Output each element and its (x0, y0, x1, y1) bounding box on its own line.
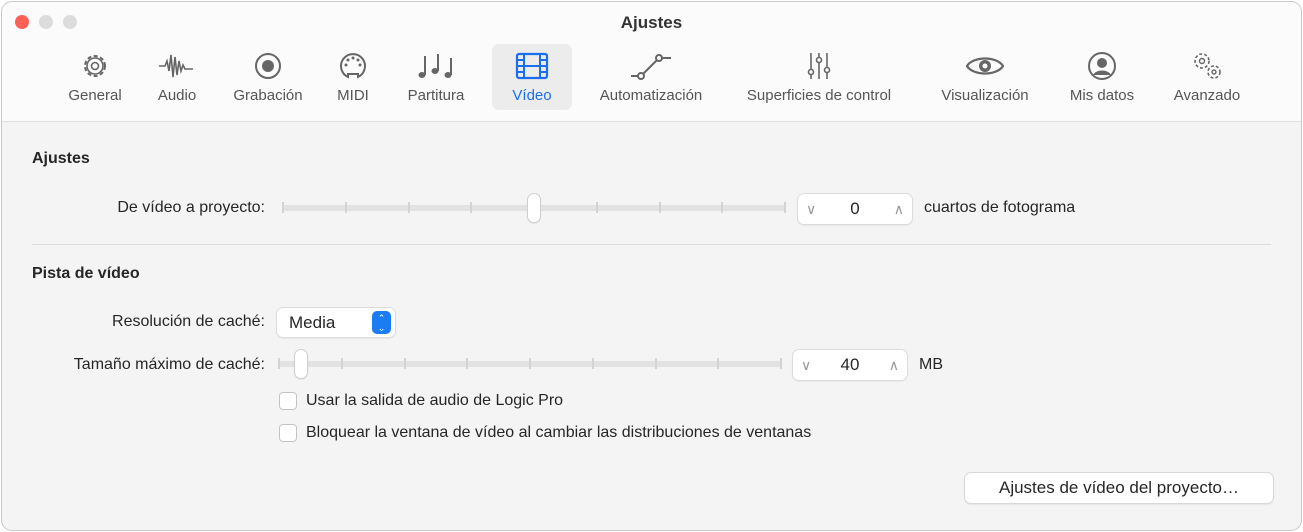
tab-midi[interactable]: MIDI (329, 44, 377, 110)
chevron-updown-icon: ⌃ ⌄ (372, 311, 391, 334)
section-heading-ajustes: Ajustes (32, 150, 90, 167)
toolbar: Ajustes General Audio Grabación MIDI Par… (2, 2, 1301, 122)
slider-tick (340, 358, 343, 369)
midi-port-icon (340, 53, 366, 79)
tab-visualizacion[interactable]: Visualización (930, 44, 1040, 110)
slider-tick (721, 202, 724, 213)
record-icon (255, 53, 281, 79)
tab-label: Partitura (407, 87, 465, 104)
tab-superficies[interactable]: Superficies de control (731, 44, 907, 110)
tab-label: Grabación (233, 87, 303, 104)
tab-label: Vídeo (512, 87, 552, 104)
slider-tick (344, 202, 347, 213)
use-logic-audio-label[interactable]: Usar la salida de audio de Logic Pro (306, 392, 563, 410)
gear-icon (84, 55, 106, 77)
slider-thumb[interactable] (294, 350, 307, 378)
slider-tick (595, 202, 598, 213)
video-offset-stepper[interactable]: ∨ 0 ∧ (798, 194, 912, 224)
automation-icon (631, 54, 671, 80)
tab-label: MIDI (337, 87, 369, 104)
tab-automatizacion[interactable]: Automatización (590, 44, 712, 110)
waveform-icon (159, 54, 193, 78)
lock-video-window-checkbox[interactable] (279, 424, 297, 442)
slider-tick (654, 358, 657, 369)
increment-icon[interactable]: ∧ (894, 201, 904, 218)
tab-general[interactable]: General (60, 44, 130, 110)
gears-icon (1194, 53, 1221, 79)
tab-label: Audio (157, 87, 197, 104)
slider-tick (780, 358, 782, 369)
cache-resolution-value: Media (289, 313, 336, 332)
divider (32, 244, 1271, 245)
slider-tick (784, 202, 786, 213)
max-cache-unit: MB (919, 356, 943, 373)
max-cache-label: Tamaño máximo de caché: (73, 356, 265, 373)
use-logic-audio-checkbox[interactable] (279, 392, 297, 410)
slider-tick (529, 358, 531, 369)
video-offset-value[interactable]: 0 (850, 199, 859, 219)
eye-icon (965, 57, 1005, 75)
increment-icon[interactable]: ∧ (889, 357, 899, 374)
slider-thumb[interactable] (528, 194, 540, 222)
max-cache-slider[interactable] (278, 350, 782, 378)
tab-audio[interactable]: Audio (148, 44, 206, 110)
slider-tick (466, 358, 469, 369)
person-icon (1088, 52, 1116, 80)
max-cache-stepper[interactable]: ∨ 40 ∧ (793, 350, 907, 380)
cache-resolution-label: Resolución de caché: (112, 313, 265, 330)
tab-label: Automatización (599, 87, 703, 104)
video-offset-unit: cuartos de fotograma (924, 199, 1076, 216)
decrement-icon[interactable]: ∨ (801, 357, 811, 374)
film-icon (515, 52, 549, 80)
settings-window: Ajustes General Audio Grabación MIDI Par… (1, 1, 1302, 531)
slider-tick (282, 202, 284, 213)
cache-resolution-popup[interactable]: Media ⌃ ⌄ (277, 308, 395, 337)
section-heading-pista: Pista de vídeo (32, 265, 140, 282)
faders-icon (807, 53, 831, 79)
tab-label: Superficies de control (746, 87, 892, 104)
tab-video[interactable]: Vídeo (492, 44, 572, 110)
video-offset-slider[interactable] (282, 194, 786, 222)
tab-label: Avanzado (1173, 87, 1241, 104)
slider-tick (407, 202, 410, 213)
decrement-icon[interactable]: ∨ (806, 201, 816, 218)
tab-mis-datos[interactable]: Mis datos (1060, 44, 1144, 110)
tab-label: Visualización (941, 87, 1029, 104)
slider-tick (717, 358, 720, 369)
tab-grabacion[interactable]: Grabación (225, 44, 311, 110)
notes-icon (418, 54, 452, 78)
tab-partitura[interactable]: Partitura (398, 44, 474, 110)
window-title: Ajustes (620, 13, 683, 32)
project-video-settings-button[interactable]: Ajustes de vídeo del proyecto… (965, 473, 1273, 503)
slider-tick (470, 202, 473, 213)
slider-tick (278, 358, 280, 369)
lock-video-window-label[interactable]: Bloquear la ventana de vídeo al cambiar … (306, 424, 811, 442)
tab-avanzado[interactable]: Avanzado (1165, 44, 1249, 110)
slider-tick (591, 358, 594, 369)
video-to-project-label: De vídeo a proyecto: (117, 199, 265, 216)
tab-label: General (68, 87, 122, 104)
slider-tick (403, 358, 406, 369)
max-cache-value[interactable]: 40 (841, 355, 860, 375)
slider-tick (658, 202, 661, 213)
tab-label: Mis datos (1069, 87, 1135, 104)
